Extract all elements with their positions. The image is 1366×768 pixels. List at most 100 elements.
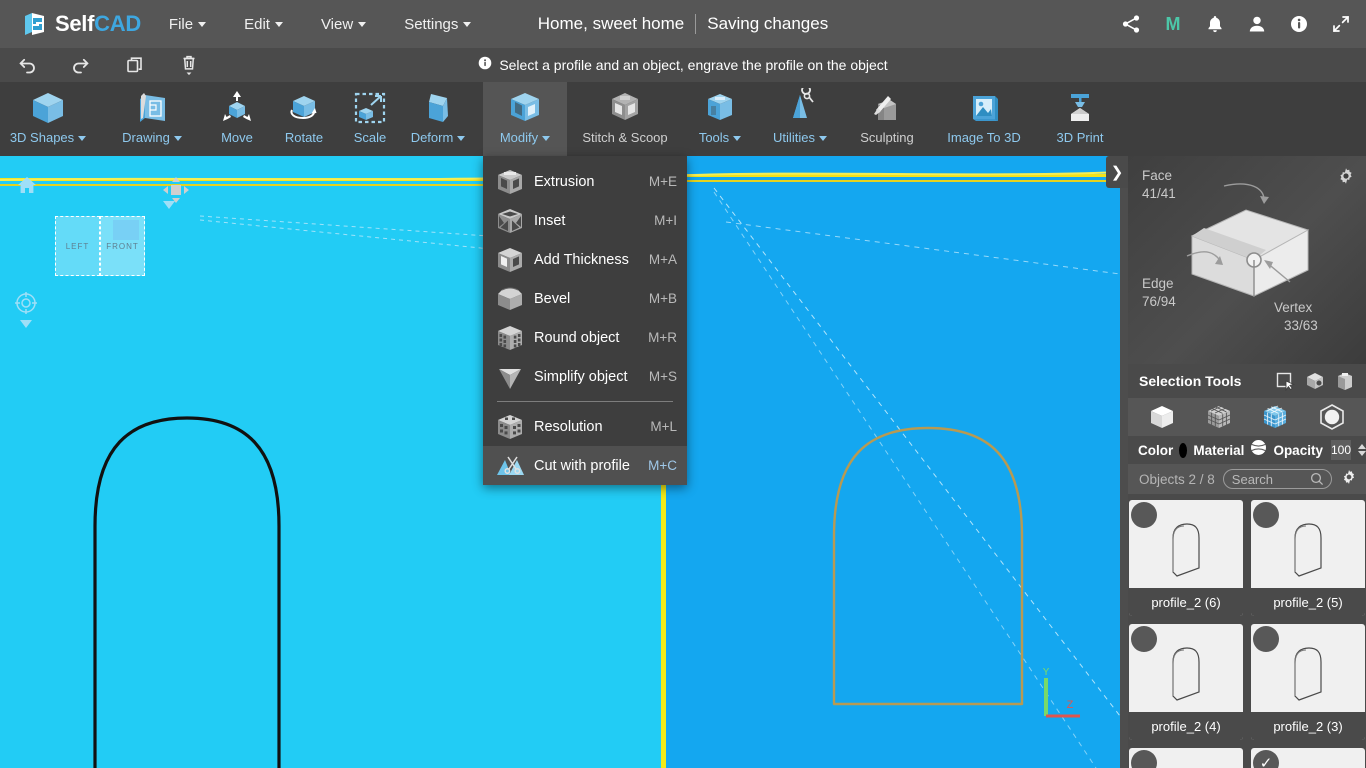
check-icon: ✓ [1259,754,1273,768]
vertex-label: Vertex [1274,300,1313,315]
list-item[interactable]: profile_2 (5) [1251,500,1365,616]
round-object-icon [495,323,525,353]
add-thickness-icon [495,245,525,275]
object-select-checkbox[interactable] [1253,626,1279,652]
menu-item-bevel[interactable]: Bevel M+B [483,279,687,318]
view-cube-nav-caret-icon[interactable] [163,201,175,209]
menu-view[interactable]: View [311,10,376,39]
axis-gizmo-caret-icon[interactable] [20,320,32,328]
chevron-down-icon [198,22,207,28]
menu-item-resolution[interactable]: Resolution M+L [483,407,687,446]
object-mode-icon[interactable] [1144,403,1180,431]
objects-settings-gear-icon[interactable] [1340,468,1358,491]
paint-select-icon[interactable] [1302,369,1328,393]
redo-button[interactable] [64,50,98,80]
ribbon-stitch-scoop-label: Stitch & Scoop [582,130,668,145]
vertex-mode-icon[interactable] [1201,403,1237,431]
utilities-icon [779,88,821,128]
delete-button[interactable] [172,50,206,80]
home-view-icon[interactable] [16,174,38,201]
list-item[interactable]: ✓ profile_2 (1) [1251,748,1365,768]
color-swatch[interactable] [1179,442,1188,458]
ribbon-tools[interactable]: Tools [678,82,762,156]
svg-text:Z: Z [1067,699,1074,711]
selfcad-logo[interactable]: SelfCAD [22,11,141,37]
user-account-icon[interactable] [1246,13,1268,35]
menu-item-cut-with-profile[interactable]: Cut with profile M+C [483,446,687,485]
gear-icon[interactable] [1336,166,1356,191]
sculpting-icon [866,88,908,128]
menu-edit-label: Edit [244,15,270,33]
menu-item-round-object-shortcut: M+R [648,330,677,345]
opacity-label: Opacity [1273,442,1323,458]
stepper-up-icon[interactable] [1358,444,1366,449]
box-select-icon[interactable] [1332,369,1358,393]
ribbon-drawing[interactable]: Drawing [110,82,194,156]
ribbon-sculpting[interactable]: Sculpting [845,82,929,156]
stepper-down-icon[interactable] [1358,451,1366,456]
menu-item-inset-label: Inset [534,212,566,229]
material-icon[interactable] [1250,439,1267,461]
tools-icon [699,88,741,128]
chevron-down-icon [78,136,87,142]
menu-settings[interactable]: Settings [394,10,481,39]
face-mode-icon[interactable] [1257,403,1293,431]
object-select-checkbox[interactable] [1253,502,1279,528]
axis-gizmo-icon[interactable] [14,291,38,320]
menu-item-add-thickness[interactable]: Add Thickness M+A [483,240,687,279]
menu-item-extrusion-label: Extrusion [534,173,595,190]
ribbon-utilities[interactable]: Utilities [758,82,842,156]
object-select-checkbox[interactable]: ✓ [1253,750,1279,768]
bevel-icon [495,284,525,314]
object-select-checkbox[interactable] [1131,502,1157,528]
ribbon-deform[interactable]: Deform [396,82,480,156]
list-item[interactable]: profile_2 (4) [1129,624,1243,740]
selection-tools-title: Selection Tools [1139,373,1242,389]
copy-button[interactable] [118,50,152,80]
view-cube-highlight [113,220,139,240]
deform-icon [417,88,459,128]
notifications-bell-icon[interactable] [1204,13,1226,35]
object-select-checkbox[interactable] [1131,750,1157,768]
chevron-down-icon [457,136,466,142]
polygon-mode-icon[interactable] [1314,403,1350,431]
object-name: profile_2 (4) [1129,712,1243,740]
menu-file-label: File [168,15,194,33]
rectangle-select-icon[interactable] [1272,369,1298,393]
ribbon-stitch-scoop[interactable]: Stitch & Scoop [573,82,677,156]
share-icon[interactable] [1120,13,1142,35]
right-side-panel: Face 41/41 Edge 76/94 Vertex 33/63 Selec… [1128,156,1366,768]
list-item[interactable]: profile_2 (6) [1129,500,1243,616]
object-select-checkbox[interactable] [1131,626,1157,652]
menu-item-round-object[interactable]: Round object M+R [483,318,687,357]
ribbon-3d-print[interactable]: 3D Print [1038,82,1122,156]
panel-collapse-toggle[interactable]: ❯ [1106,156,1128,188]
opacity-input[interactable]: 100 [1330,440,1351,460]
ribbon-image-to-3d[interactable]: Image To 3D [938,82,1030,156]
menu-file[interactable]: File [159,10,216,39]
fullscreen-icon[interactable] [1330,13,1352,35]
quick-action-bar: Select a profile and an object, engrave … [0,48,1366,82]
list-item[interactable]: profile_2 (2) [1129,748,1243,768]
menu-item-inset[interactable]: Inset M+I [483,201,687,240]
menu-item-cut-with-profile-shortcut: M+C [648,458,677,473]
ribbon-3d-shapes[interactable]: 3D Shapes [6,82,90,156]
view-cube-face-left[interactable]: LEFT [55,216,100,276]
viewport-right[interactable]: Y Z [666,156,1120,768]
menu-item-bevel-shortcut: M+B [648,291,677,306]
opacity-stepper[interactable] [1358,444,1366,456]
scale-icon [349,88,391,128]
search-input[interactable]: Search [1222,469,1332,489]
topbar-icon-group: M [1120,0,1352,48]
menu-item-inset-shortcut: M+I [654,213,677,228]
undo-button[interactable] [10,50,44,80]
ribbon-modify[interactable]: Modify [483,82,567,156]
magic-m-icon[interactable]: M [1162,13,1184,35]
modify-dropdown-menu[interactable]: Extrusion M+E Inset M+I Add Thickness M+… [483,156,687,485]
info-icon[interactable] [1288,13,1310,35]
menu-item-extrusion[interactable]: Extrusion M+E [483,162,687,201]
list-item[interactable]: profile_2 (3) [1251,624,1365,740]
menu-view-label: View [320,15,354,33]
menu-edit[interactable]: Edit [234,10,293,39]
menu-item-simplify-object[interactable]: Simplify object M+S [483,357,687,396]
